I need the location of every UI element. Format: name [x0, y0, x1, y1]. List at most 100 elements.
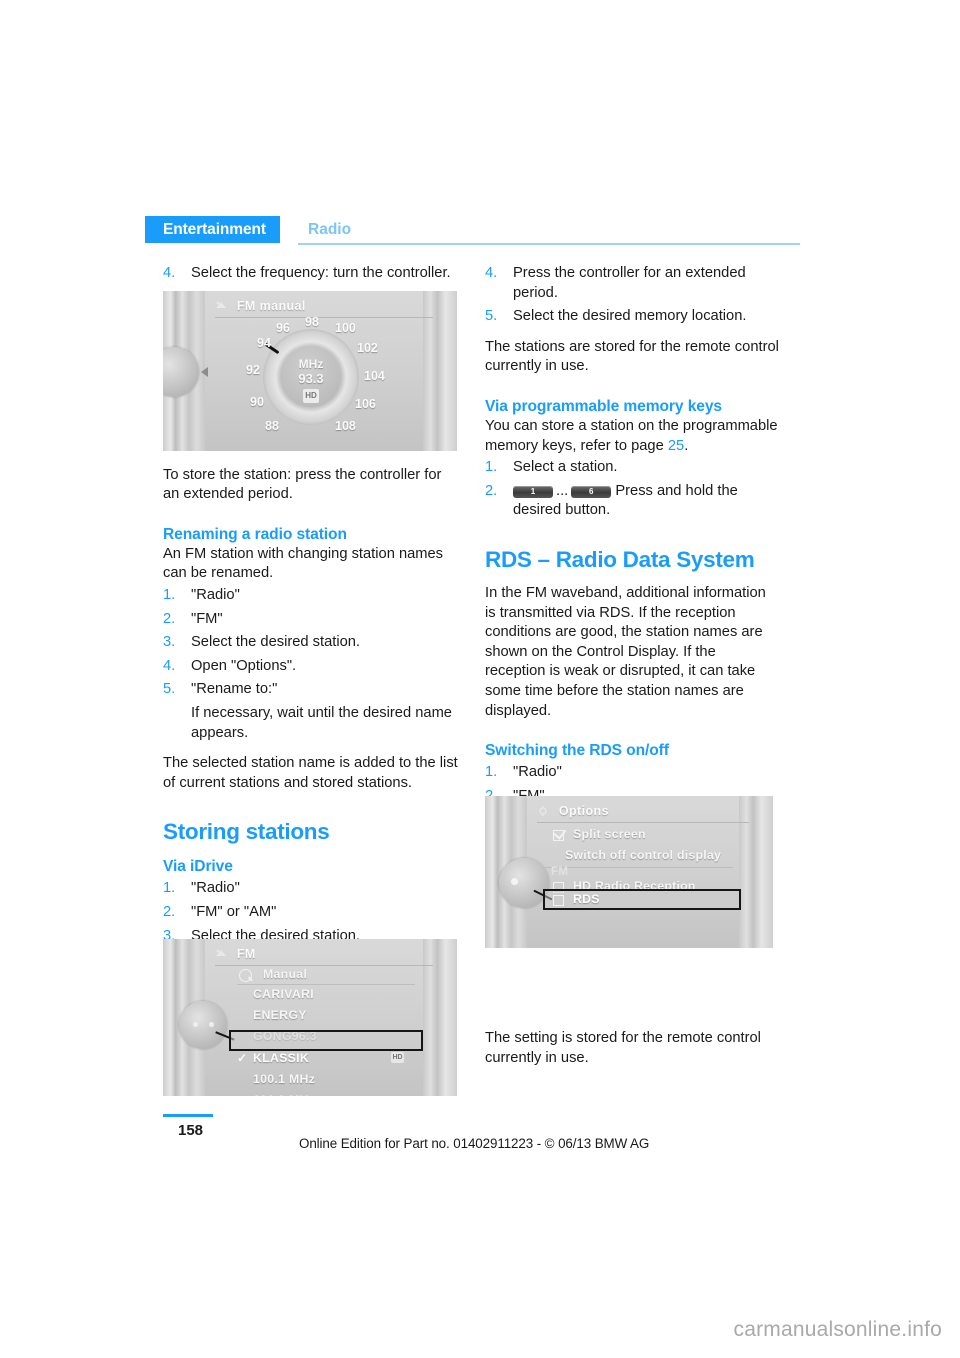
fm-radio-icon [215, 300, 228, 311]
list-item[interactable]: CARIVARI [253, 987, 425, 1002]
idrive-controller-knob [499, 858, 549, 908]
page-reference-link[interactable]: 25 [668, 438, 684, 454]
stations-stored-note: The stations are stored for the remote c… [485, 338, 779, 375]
list-item[interactable]: 100.1 MHz [253, 1072, 425, 1087]
list-item: 5. Select the desired memory location. [485, 307, 780, 327]
renaming-outro: The selected station name is added to th… [163, 755, 458, 791]
step-text: "Rename to:" [191, 681, 278, 698]
rds-setting-note: The setting is stored for the remote con… [485, 1030, 761, 1067]
step-text: Select the frequency: turn the controlle… [191, 265, 451, 281]
list-item: 2. 1... 6 Press and hold the desired butt… [485, 482, 780, 521]
dial-tick-88: 88 [265, 419, 279, 433]
step-text: "Radio" [191, 880, 240, 897]
knob-dot-icon [511, 878, 518, 885]
manual-page: Entertainment Radio 4. Select the freque… [0, 0, 960, 1358]
knob-dot-right-icon [209, 1022, 214, 1027]
figure-titlebar: FM manual [215, 299, 433, 318]
list-item: 1. "Radio" [485, 763, 780, 783]
hd-radio-icon: HD [391, 1052, 404, 1063]
figure-title: Options [558, 804, 609, 818]
memory-keys-intro-text: You can store a station on the programma… [485, 417, 778, 454]
menu-item-switch-off-control-display[interactable]: Switch off control display [565, 848, 721, 863]
figure-title: FM manual [236, 299, 306, 313]
step-text: "Radio" [191, 586, 240, 603]
list-item[interactable]: 101.3 MHz [253, 1093, 425, 1096]
figure-title: FM [236, 947, 256, 961]
step-number: 1. [163, 586, 176, 603]
selection-highlight [229, 1030, 423, 1051]
dial-tick-90: 90 [250, 395, 264, 409]
list-item-manual[interactable]: Manual [263, 967, 435, 982]
menu-divider [545, 867, 733, 868]
list-item: 4. Press the controller for an extended … [485, 264, 780, 303]
step-text: Select a station. [513, 459, 618, 476]
breadcrumb-chapter: Entertainment [145, 216, 280, 243]
footer-note: Online Edition for Part no. 01402911223 … [299, 1136, 650, 1151]
memory-key-1-icon: 1 [513, 485, 553, 498]
menu-item-rds[interactable]: RDS [573, 892, 600, 907]
figure-fm-manual-tuner: FM manual MHz 93.3 HD 88 90 92 94 96 98 … [163, 291, 457, 451]
figure-titlebar: Options [537, 804, 749, 823]
step-number: 1. [163, 880, 176, 897]
dial-tick-102: 102 [357, 341, 378, 355]
heading-switching-the-rds-on-off: Switching the RDS on/off [485, 742, 669, 760]
page-header: Entertainment Radio [145, 216, 800, 245]
step-text: Select the desired memory location. [513, 308, 747, 325]
dial-tick-104: 104 [364, 369, 385, 383]
list-item: 1. "Radio" [163, 586, 458, 606]
storing-steps-list: 1. "Radio" 2. "FM" or "AM" 3. Select the… [163, 879, 458, 946]
step-number: 5. [485, 308, 498, 325]
heading-storing-stations: Storing stations [163, 819, 330, 845]
figure-titlebar: FM [215, 947, 433, 966]
figure-fm-station-list: FM Manual CARIVARI ENERGY GONG96.3 ✓ KLA… [163, 939, 457, 1096]
memory-keys-intro: You can store a station on the programma… [485, 417, 780, 456]
options-gear-icon [537, 805, 550, 816]
step-text: Select the desired station. [191, 634, 361, 651]
footer-rule [163, 1114, 213, 1117]
heading-renaming-a-radio-station: Renaming a radio station [163, 525, 347, 543]
menu-group-label-fm: FM [551, 866, 569, 878]
checkbox-split-screen[interactable] [553, 830, 564, 841]
renaming-intro: An FM station with changing station name… [163, 545, 444, 582]
dial-tick-106: 106 [355, 397, 376, 411]
figure-options-menu: Options Split screen Switch off control … [485, 796, 773, 948]
step-number: 4. [163, 657, 176, 674]
dial-tick-96: 96 [276, 321, 290, 335]
watermark: carmanualsonline.info [733, 1318, 942, 1341]
knob-dot-left-icon [193, 1022, 198, 1027]
menu-item-split-screen[interactable]: Split screen [573, 827, 646, 842]
dial-tick-100: 100 [335, 321, 356, 335]
idrive-controller-knob [179, 1001, 227, 1049]
step-number: 3. [163, 634, 176, 651]
memory-keys-intro-period: . [684, 437, 689, 454]
left-arrow-icon [201, 367, 208, 377]
memory-keys-steps-list: 1. Select a station. 2. 1... 6 Press and … [485, 458, 780, 521]
renaming-steps-list: 1. "Radio" 2. "FM" 3. Select the desired… [163, 586, 458, 743]
store-station-note: To store the station: press the controll… [163, 466, 442, 503]
step-subtext: If necessary, wait until the desired nam… [191, 704, 452, 741]
heading-rds-radio-data-system: RDS – Radio Data System [485, 546, 755, 572]
list-item: 4. Select the frequency: turn the contro… [163, 264, 458, 284]
list-item[interactable]: ENERGY [253, 1008, 425, 1023]
step-number: 2. [163, 610, 176, 627]
heading-via-programmable-memory-keys: Via programmable memory keys [485, 397, 722, 415]
step-number: 4. [485, 265, 498, 281]
header-divider [298, 243, 800, 245]
step-number: 4. [163, 265, 176, 281]
search-icon [239, 969, 252, 982]
dial-tick-92: 92 [246, 363, 260, 377]
dial-tick-108: 108 [335, 419, 356, 433]
list-item: 5. "Rename to:" If necessary, wait until… [163, 680, 458, 743]
storing-steps-continued: 4. Press the controller for an extended … [485, 264, 780, 327]
step-text: Press the controller for an extended per… [513, 265, 746, 301]
dial-tick-94: 94 [257, 336, 271, 350]
checkbox-rds[interactable] [553, 895, 564, 906]
step-number: 1. [485, 764, 498, 781]
hd-radio-icon: HD [303, 389, 319, 403]
list-item: 1. "Radio" [163, 879, 458, 899]
list-divider [237, 984, 415, 985]
key-range-ellipsis: ... [556, 482, 569, 499]
breadcrumb-section: Radio [308, 221, 352, 238]
step-text: "FM" or "AM" [191, 903, 277, 920]
heading-via-idrive: Via iDrive [163, 858, 233, 876]
